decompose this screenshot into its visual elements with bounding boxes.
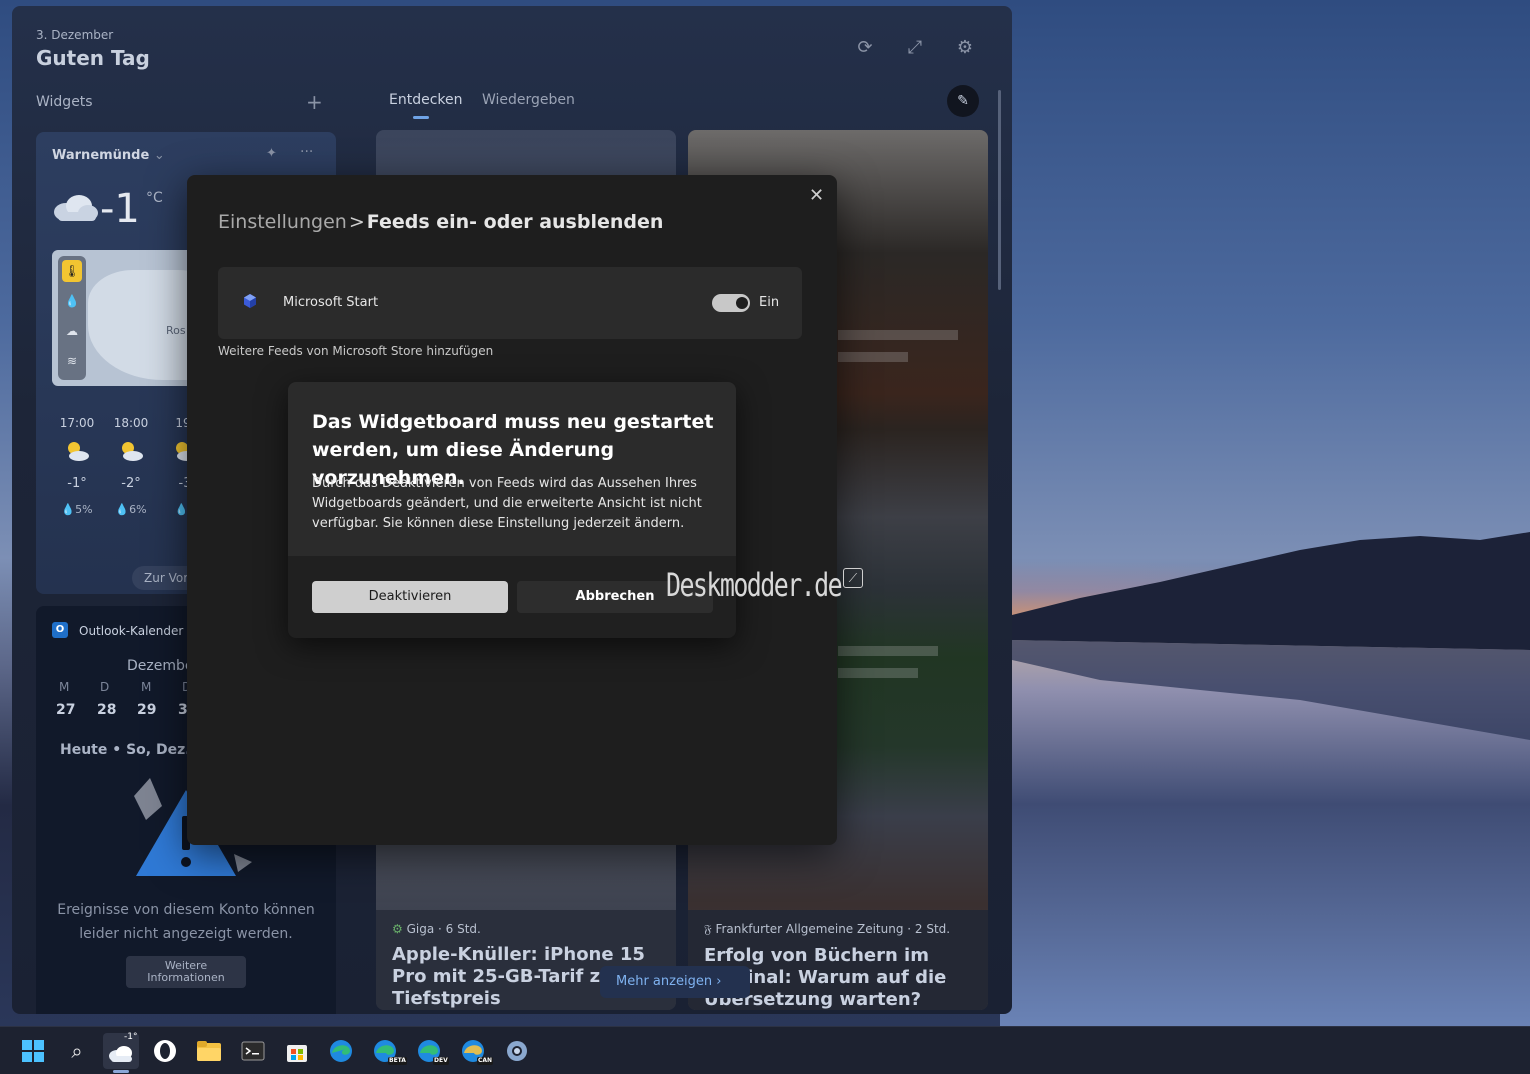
file-explorer-icon[interactable] bbox=[191, 1033, 227, 1069]
feed-name: Microsoft Start bbox=[283, 295, 379, 310]
wind-icon[interactable]: ≋ bbox=[62, 354, 82, 374]
widgets-label: Widgets bbox=[36, 94, 93, 110]
active-tab-indicator bbox=[413, 116, 429, 119]
calendar-month: Dezembe bbox=[127, 658, 194, 674]
edge-icon[interactable] bbox=[323, 1033, 359, 1069]
terminal-icon[interactable] bbox=[235, 1033, 271, 1069]
taskbar-weather-temp: -1° bbox=[124, 1032, 138, 1042]
cloud-layer-icon[interactable]: ☁ bbox=[62, 324, 82, 344]
microsoft-start-icon bbox=[244, 294, 256, 308]
faz-logo-icon: 𝔉 bbox=[704, 922, 712, 936]
cloud-icon bbox=[54, 195, 98, 221]
beta-badge: BETA bbox=[388, 1057, 407, 1065]
deactivate-button[interactable]: Deaktivieren bbox=[312, 581, 508, 613]
today-label: Heute • So, Dez. 3 bbox=[60, 742, 206, 758]
news-source: ⚙ Giga · 6 Std. bbox=[392, 922, 481, 936]
calendar-day[interactable]: 28 bbox=[97, 702, 116, 718]
weekday-label: M bbox=[59, 680, 70, 694]
toggle-knob bbox=[736, 297, 748, 309]
brush-icon: ⟋ bbox=[843, 568, 863, 588]
calendar-day[interactable]: 27 bbox=[56, 702, 75, 718]
dialog-message: Durch das Deaktivieren von Feeds wird da… bbox=[312, 476, 702, 531]
partly-cloudy-icon bbox=[122, 442, 143, 461]
droplet-icon[interactable]: 💧 bbox=[62, 294, 82, 314]
edge-canary-icon[interactable]: CAN bbox=[455, 1033, 494, 1069]
watermark-text: Deskmodder.de bbox=[666, 566, 843, 604]
show-more-button[interactable]: Mehr anzeigen › bbox=[600, 966, 750, 998]
active-app-indicator bbox=[113, 1070, 129, 1073]
tab-entdecken[interactable]: Entdecken bbox=[389, 92, 463, 108]
dev-badge: DEV bbox=[433, 1057, 449, 1065]
calendar-error-message: Ereignisse von diesem Konto können leide… bbox=[57, 902, 315, 942]
hourly-forecast-item: 18:00 -2° 💧6% bbox=[113, 416, 149, 516]
greeting-title: Guten Tag bbox=[36, 46, 150, 70]
feed-row-microsoft-start: Microsoft Start Ein bbox=[218, 267, 802, 339]
breadcrumb-separator: > bbox=[348, 211, 365, 233]
microsoft-store-icon[interactable] bbox=[279, 1033, 315, 1069]
calendar-title: Outlook-Kalender bbox=[79, 624, 184, 638]
more-info-button[interactable]: Weitere Informationen bbox=[126, 956, 246, 988]
giga-logo-icon: ⚙ bbox=[392, 922, 403, 936]
weekday-label: D bbox=[100, 680, 110, 694]
close-icon[interactable]: ✕ bbox=[809, 185, 824, 206]
search-icon[interactable]: ⌕ bbox=[59, 1033, 95, 1069]
settings-gear-icon[interactable] bbox=[499, 1033, 535, 1069]
refresh-icon[interactable]: ⟳ bbox=[853, 36, 877, 60]
pin-icon[interactable]: ✦ bbox=[266, 146, 277, 161]
news-source: 𝔉 Frankfurter Allgemeine Zeitung · 2 Std… bbox=[704, 922, 951, 936]
taskbar: ⌕ BETA DEV CAN bbox=[0, 1026, 1530, 1074]
chevron-right-icon: › bbox=[716, 974, 722, 989]
toggle-state-label: Ein bbox=[759, 295, 780, 310]
chevron-down-icon: ⌄ bbox=[153, 148, 165, 163]
add-feeds-link[interactable]: Weitere Feeds von Microsoft Store hinzuf… bbox=[218, 344, 493, 358]
breadcrumb-current: Feeds ein- oder ausblenden bbox=[366, 211, 664, 233]
scrollbar[interactable] bbox=[998, 90, 1001, 290]
breadcrumb: Einstellungen > Feeds ein- oder ausblenden bbox=[218, 211, 663, 233]
gear-icon[interactable]: ⚙ bbox=[953, 36, 977, 60]
temperature-unit: °C bbox=[146, 190, 163, 206]
expand-icon[interactable]: ⤢ bbox=[903, 36, 927, 60]
tab-wiedergeben[interactable]: Wiedergeben bbox=[482, 92, 575, 108]
map-city-label: Ros bbox=[166, 324, 186, 337]
thermometer-icon[interactable]: 🌡 bbox=[62, 260, 82, 282]
date-text: 3. Dezember bbox=[36, 28, 114, 42]
personalize-brush-button[interactable]: ✎ bbox=[947, 85, 979, 117]
breadcrumb-parent[interactable]: Einstellungen bbox=[218, 211, 347, 233]
calendar-day[interactable]: 29 bbox=[137, 702, 156, 718]
edge-dev-icon[interactable]: DEV bbox=[411, 1033, 449, 1069]
weather-location[interactable]: Warnemünde ⌄ bbox=[52, 148, 165, 163]
partly-cloudy-icon bbox=[68, 442, 89, 461]
add-widget-button[interactable]: + bbox=[306, 90, 323, 114]
outlook-icon: O bbox=[52, 622, 68, 638]
weekday-label: M bbox=[141, 680, 152, 694]
feed-toggle[interactable] bbox=[712, 294, 750, 312]
opera-icon[interactable] bbox=[147, 1033, 183, 1069]
canary-badge: CAN bbox=[477, 1057, 494, 1065]
hourly-forecast-item: 17:00 -1° 💧5% bbox=[59, 416, 95, 516]
current-temperature: -1 bbox=[100, 186, 140, 232]
edge-beta-icon[interactable]: BETA bbox=[367, 1033, 407, 1069]
windows-start-icon[interactable] bbox=[15, 1033, 51, 1069]
more-options-icon[interactable]: ··· bbox=[300, 144, 313, 160]
dialog-content: Das Widgetboard muss neu gestartet werde… bbox=[288, 382, 736, 556]
